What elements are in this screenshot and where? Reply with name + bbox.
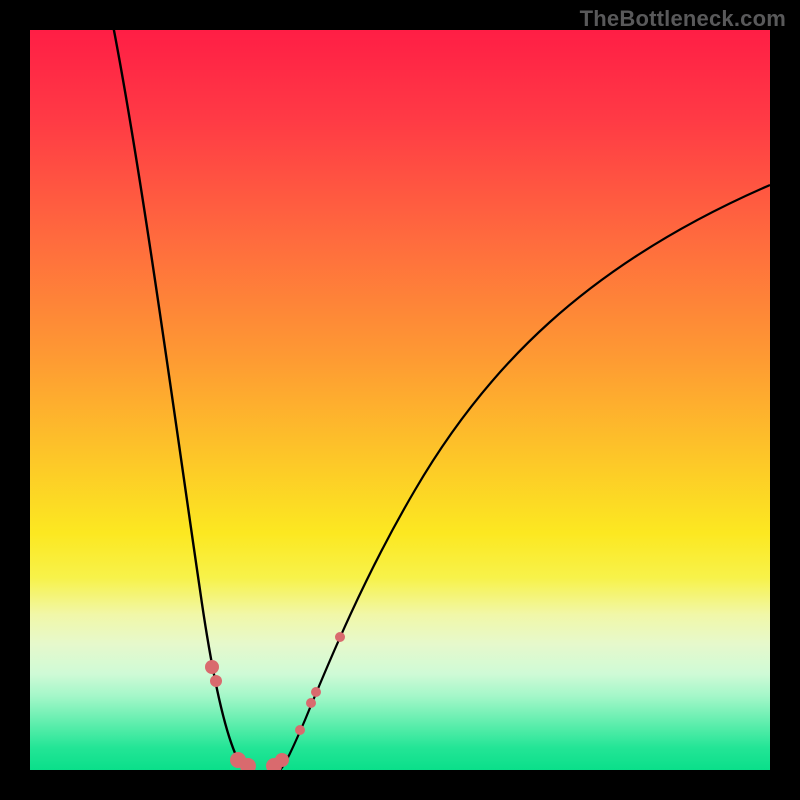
marker xyxy=(275,753,289,767)
marker xyxy=(311,687,321,697)
marker xyxy=(205,660,219,674)
marker xyxy=(295,725,305,735)
watermark-text: TheBottleneck.com xyxy=(580,6,786,32)
marker xyxy=(335,632,345,642)
plot-area xyxy=(30,30,770,770)
left-curve xyxy=(110,30,246,770)
right-curve xyxy=(280,185,770,770)
chart-frame: TheBottleneck.com xyxy=(0,0,800,800)
marker xyxy=(306,698,316,708)
curves-svg xyxy=(30,30,770,770)
marker xyxy=(210,675,222,687)
